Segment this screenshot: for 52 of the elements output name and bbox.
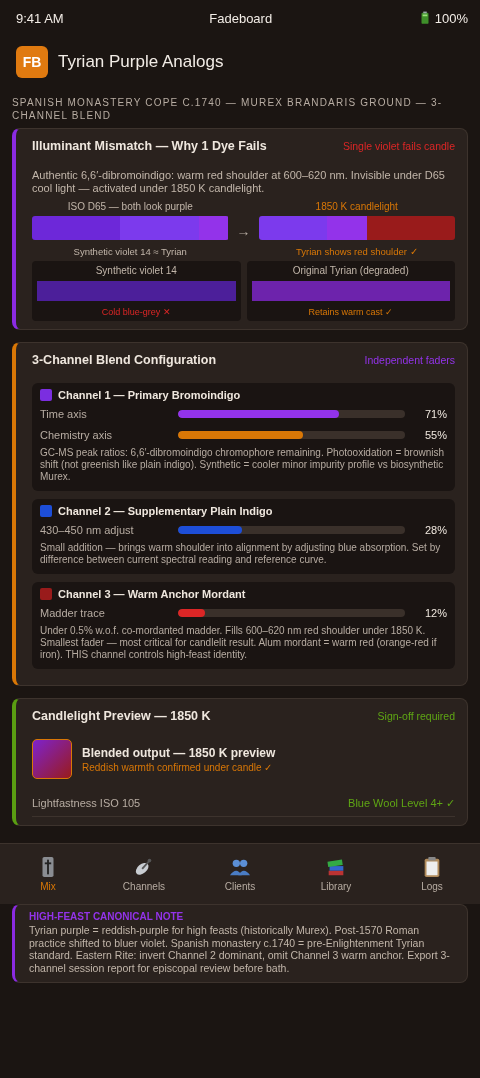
fader-track[interactable] — [178, 409, 405, 418]
arrow-icon: → — [236, 223, 251, 239]
fader-track[interactable] — [178, 525, 405, 534]
section-caption: SPANISH MONASTERY COPE C.1740 — MUREX BRANDARIS GROUND — 3-CHANNEL BLEND — [12, 96, 444, 123]
fader-label: 430–450 nm adjust — [40, 523, 135, 536]
tab-item[interactable]: Channels — [96, 844, 192, 904]
card-title: Candlelight Preview — 1850 K — [32, 709, 211, 723]
blended-color-swatch — [32, 739, 72, 779]
page-title: Tyrian Purple Analogs — [58, 52, 224, 72]
fader-value: 28% — [423, 523, 447, 536]
note-title: HIGH-FEAST CANONICAL NOTE — [29, 911, 185, 922]
tab-item[interactable]: Library — [288, 844, 384, 904]
card-title: 3-Channel Blend Configuration — [32, 353, 217, 367]
channel-name: Channel 2 — Supplementary Plain Indigo — [58, 505, 273, 517]
status-label: Single violet fails candle — [342, 140, 455, 152]
illuminant-label: ISO D65 — both look purple — [67, 201, 193, 212]
tab-item[interactable]: Clients — [192, 844, 288, 904]
swatch-label: Original Tyrian (degraded) — [292, 265, 409, 276]
comparison-caption: Tyrian shows red shoulder ✓ — [296, 246, 418, 257]
fader-value: 71% — [423, 407, 447, 420]
description-text: Authentic 6,6′-dibromoindigo: warm red shoulder at 600–620 nm. Invisible under D65 cool light — activated under 1850 K candlelight. — [32, 169, 446, 195]
swatch-label: Synthetic violet 14 — [95, 265, 177, 276]
battery-level: 100% — [434, 10, 468, 26]
comparison-caption: Synthetic violet 14 ≈ Tyrian — [73, 246, 187, 257]
app-logo: FB — [16, 46, 48, 78]
fader-value: 12% — [423, 606, 447, 619]
channel-name: Channel 1 — Primary Bromoindigo — [58, 389, 241, 401]
output-note: Reddish warmth confirmed under candle ✓ — [82, 761, 274, 773]
row-label: Lightfastness ISO 105 — [32, 797, 141, 810]
status-label: Independent faders — [364, 354, 455, 366]
verdict-text: Cold blue-grey ✕ — [101, 307, 171, 317]
row-value: Blue Wool Level 4+ ✓ — [348, 797, 455, 810]
fader-label: Chemistry axis — [40, 428, 114, 441]
fader-track[interactable] — [178, 430, 405, 439]
note-text: Tyrian purple = reddish-purple for high feasts (historically Murex). Post-1570 Roman practice shifted to bluer violet. Spanish monastery c.1740 = pre-Enlightenment Tyrian standard. Eastern Rite: invert Channel 2 dominant, omit Channel 3 warm anchor. Export 3-channel session report for episcopal review before bath. — [29, 924, 451, 974]
illuminant-label: 1850 K candlelight — [315, 201, 398, 212]
fader-label: Madder trace — [40, 606, 106, 619]
tab-item[interactable]: Mix — [0, 844, 96, 904]
fader-track[interactable] — [178, 608, 405, 617]
channel-name: Channel 3 — Warm Anchor Mordant — [58, 588, 246, 600]
status-label: Sign-off required — [377, 710, 455, 722]
fader-label: Time axis — [40, 407, 88, 420]
channel-note: GC-MS peak ratios: 6,6′-dibromoindigo chromophore remaining. Photooxidation = brownish shift (not greenish like plain indigo). Synthetic = cooler minor impurity profile vs biosynthetic Murex. — [40, 447, 446, 483]
tab-item[interactable]: Logs — [384, 844, 480, 904]
status-time: 9:41 AM — [16, 10, 64, 26]
status-title: Fadeboard — [209, 10, 273, 26]
channel-note: Under 0.5% w.o.f. co-mordanted madder. Fills 600–620 nm red shoulder under 1850 K. Smallest fader — most critical for candlelit result. Alum mordant = warm red (orange-red if iron). THIS channel controls high-feast identity. — [40, 625, 438, 661]
card-title: Illuminant Mismatch — Why 1 Dye Fails — [32, 139, 267, 153]
output-title: Blended output — 1850 K preview — [82, 745, 276, 760]
fader-value: 55% — [423, 428, 447, 441]
channel-note: Small addition — brings warm shoulder into alignment by adjusting blue absorption. Set by difference between current spectral reading and reference curve. — [40, 542, 442, 566]
verdict-text: Retains warm cast ✓ — [308, 307, 393, 317]
